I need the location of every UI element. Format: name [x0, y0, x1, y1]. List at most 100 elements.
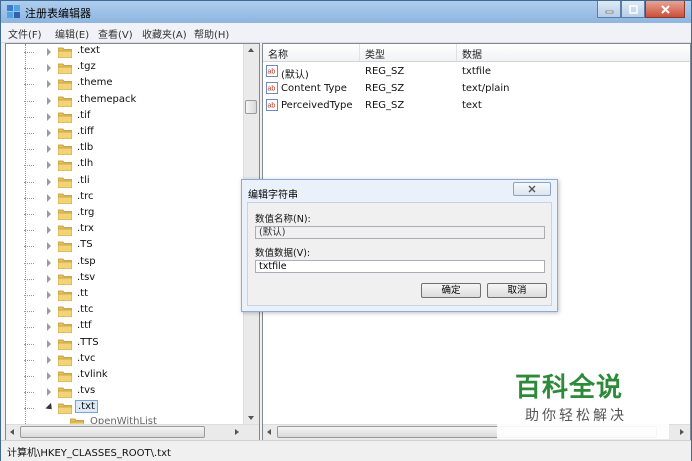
tree-item[interactable]: .trc [6, 190, 243, 206]
expand-arrow-icon[interactable] [47, 355, 51, 364]
tree-item[interactable]: .TS [6, 238, 243, 254]
folder-icon [57, 240, 73, 253]
expand-arrow-icon[interactable] [47, 161, 51, 170]
value-row[interactable]: ab (默认) REG_SZ txtfile [263, 64, 690, 81]
title-bar[interactable]: 注册表编辑器 [1, 1, 691, 23]
minimize-button[interactable] [597, 1, 621, 18]
scroll-left-icon[interactable] [10, 429, 14, 435]
tree-item-label: .tvs [77, 385, 96, 397]
tree-item[interactable]: .tiff [6, 125, 243, 141]
value-row[interactable]: ab PerceivedType REG_SZ text [263, 98, 690, 114]
tree-item[interactable]: .tvlink [6, 368, 243, 384]
tree-item[interactable]: .tlb [6, 141, 243, 157]
cancel-button[interactable]: 取消 [487, 283, 547, 298]
expand-arrow-icon[interactable] [47, 291, 51, 299]
tree-item[interactable]: .themepack [6, 93, 243, 109]
tree-item[interactable]: .tli [6, 174, 243, 190]
tree-item[interactable]: .trx [6, 222, 243, 238]
tree-horizontal-scrollbar[interactable] [6, 424, 259, 440]
tree-item[interactable]: .trg [6, 206, 243, 222]
maximize-icon [628, 4, 638, 14]
expand-arrow-icon[interactable] [47, 388, 51, 397]
tree-hscroll-thumb[interactable] [20, 426, 205, 438]
expand-arrow-icon[interactable] [47, 274, 51, 283]
expand-arrow-icon[interactable] [47, 80, 51, 89]
tree-item[interactable]: .tsp [6, 255, 243, 271]
scroll-right-icon[interactable] [680, 429, 684, 435]
tree-scroll-thumb[interactable] [245, 100, 257, 114]
tree-item[interactable]: .TTS [6, 336, 243, 352]
tree-item[interactable]: .ttc [6, 303, 243, 319]
tree-item[interactable]: .tvs [6, 384, 243, 400]
tree-item[interactable]: .tt [6, 287, 243, 303]
close-icon [528, 185, 536, 193]
folder-icon [57, 224, 73, 237]
tree-item-label: .TTS [77, 336, 99, 348]
column-header-data[interactable]: 数据 [462, 46, 482, 61]
minimize-icon [605, 10, 613, 13]
menu-edit[interactable]: 编辑(E) [55, 26, 89, 41]
expand-arrow-icon[interactable] [47, 145, 51, 154]
tree-connector [24, 165, 34, 167]
folder-icon [57, 289, 73, 302]
tree-connector [24, 68, 34, 70]
expand-arrow-icon[interactable] [47, 323, 51, 332]
window-title: 注册表编辑器 [25, 7, 91, 20]
expand-arrow-icon[interactable] [47, 242, 51, 251]
menu-favorites[interactable]: 收藏夹(A) [142, 26, 187, 41]
tree-connector [24, 246, 34, 248]
scroll-down-icon[interactable] [248, 416, 254, 420]
key-tree-pane[interactable]: .text .tgz .theme .themepack .tif .tiff .tlb .t… [5, 43, 260, 441]
expand-arrow-icon[interactable] [47, 226, 51, 235]
scroll-left-icon[interactable] [267, 429, 271, 435]
tree-item-label: .tlb [77, 142, 94, 154]
expand-arrow-icon[interactable] [47, 210, 51, 218]
tree-item[interactable]: .tvc [6, 352, 243, 368]
expand-arrow-icon[interactable] [47, 129, 51, 137]
tree-item[interactable]: .text [6, 44, 243, 60]
value-data-input[interactable]: txtfile [255, 260, 545, 273]
ok-button[interactable]: 确定 [421, 283, 481, 298]
tree-item-label: .tlh [77, 158, 94, 170]
tree-item[interactable]: .ttf [6, 319, 243, 335]
expand-arrow-icon[interactable] [47, 48, 51, 56]
expand-arrow-icon[interactable] [47, 96, 51, 105]
value-type: REG_SZ [365, 83, 405, 94]
expand-arrow-icon[interactable] [47, 258, 51, 267]
column-header-name[interactable]: 名称 [268, 46, 288, 61]
dialog-close-button[interactable] [513, 182, 551, 196]
tree-item[interactable]: .tsv [6, 271, 243, 287]
value-data: txtfile [462, 66, 491, 77]
tree-item[interactable]: .tif [6, 109, 243, 125]
expand-arrow-icon[interactable] [47, 64, 51, 73]
column-header-type[interactable]: 类型 [365, 46, 385, 61]
tree-connector [24, 52, 34, 53]
expand-arrow-icon[interactable] [47, 339, 51, 348]
menu-help[interactable]: 帮助(H) [194, 26, 229, 41]
tree-connector [24, 359, 34, 361]
menu-view[interactable]: 查看(V) [98, 26, 133, 41]
menu-file[interactable]: 文件(F) [8, 26, 42, 41]
expand-arrow-icon[interactable] [47, 307, 51, 316]
expand-arrow-icon[interactable] [47, 112, 51, 121]
expand-arrow-icon[interactable] [47, 193, 51, 202]
value-row[interactable]: ab Content Type REG_SZ text/plain [263, 81, 690, 97]
expand-arrow-icon[interactable] [47, 177, 51, 186]
close-button[interactable] [645, 1, 685, 18]
tree-connector [24, 133, 34, 134]
column-separator [359, 44, 360, 61]
tree-connector [24, 230, 34, 232]
maximize-button[interactable] [621, 1, 645, 18]
expanded-arrow-icon[interactable] [45, 403, 55, 413]
scroll-up-icon[interactable] [248, 48, 254, 52]
tree-item[interactable]: .theme [6, 76, 243, 92]
tree-item-label: .txt [75, 400, 98, 414]
scroll-right-icon[interactable] [235, 429, 239, 435]
folder-icon [57, 127, 73, 140]
folder-icon [57, 159, 73, 172]
tree-item[interactable]: .tgz [6, 60, 243, 76]
tree-connector [24, 392, 34, 394]
tree-item[interactable]: .tlh [6, 157, 243, 173]
value-name-label: 数值名称(N): [255, 214, 311, 225]
expand-arrow-icon[interactable] [47, 372, 51, 380]
